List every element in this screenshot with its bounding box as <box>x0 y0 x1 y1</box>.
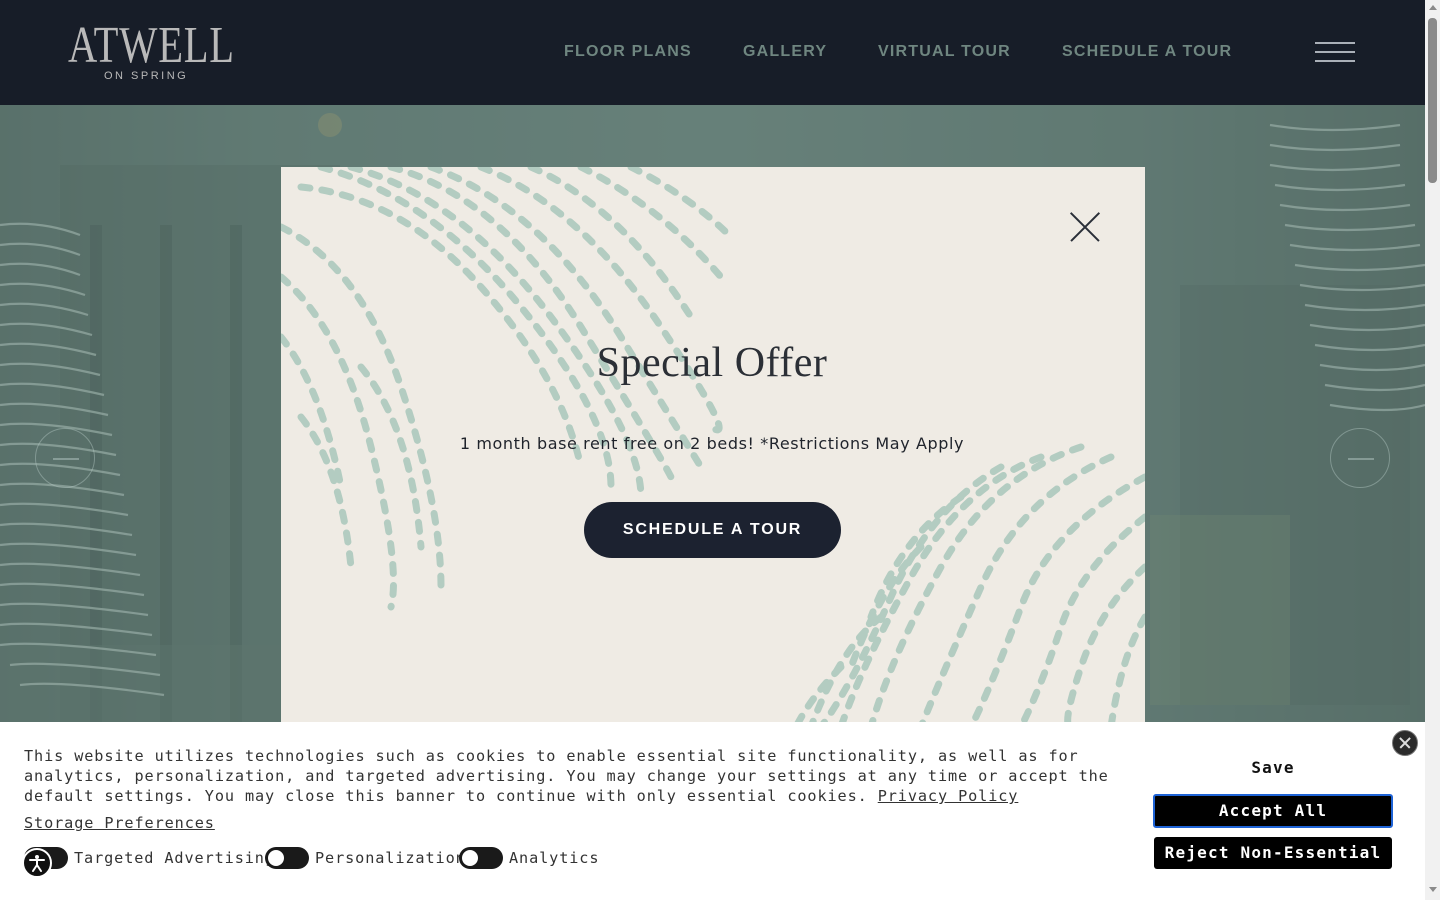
hamburger-icon[interactable] <box>1315 42 1355 62</box>
close-circle-icon[interactable] <box>1392 730 1418 756</box>
arrow-right-icon[interactable] <box>1330 428 1390 488</box>
close-icon[interactable] <box>1069 211 1101 243</box>
toggle-analytics: Analytics <box>459 846 599 870</box>
toggle-personalization: Personalization <box>265 846 466 870</box>
cookie-banner: This website utilizes technologies such … <box>0 722 1425 900</box>
toggle-label: Targeted Advertising <box>74 849 275 867</box>
reject-non-essential-button[interactable]: Reject Non-Essential <box>1154 837 1392 869</box>
nav-gallery[interactable]: GALLERY <box>743 43 827 61</box>
logo-tagline: ON SPRING <box>104 70 189 82</box>
site-header: ATWELL ON SPRING FLOOR PLANS GALLERY VIR… <box>0 0 1425 105</box>
privacy-policy-link[interactable]: Privacy Policy <box>878 787 1019 805</box>
toggle-label: Analytics <box>509 849 600 867</box>
arrow-left-icon[interactable] <box>35 428 95 488</box>
scroll-thumb[interactable] <box>1428 18 1437 183</box>
page-scrollbar[interactable] <box>1425 0 1440 900</box>
toggle-label: Personalization <box>315 849 466 867</box>
modal-offer-text: 1 month base rent free on 2 beds! *Restr… <box>459 434 965 453</box>
nav-schedule-a-tour[interactable]: SCHEDULE A TOUR <box>1062 43 1232 61</box>
modal-title: Special Offer <box>596 340 828 386</box>
page: ATWELL ON SPRING FLOOR PLANS GALLERY VIR… <box>0 0 1440 900</box>
schedule-tour-button[interactable]: SCHEDULE A TOUR <box>584 502 841 558</box>
storage-preferences-link[interactable]: Storage Preferences <box>24 814 215 832</box>
save-button[interactable]: Save <box>1153 758 1393 782</box>
cookie-notice: This website utilizes technologies such … <box>24 746 1109 806</box>
accessibility-icon[interactable] <box>22 848 52 878</box>
nav-virtual-tour[interactable]: VIRTUAL TOUR <box>878 43 1011 61</box>
accept-all-button[interactable]: Accept All <box>1153 794 1393 828</box>
scroll-down-icon[interactable] <box>1429 887 1437 892</box>
special-offer-modal: Special Offer 1 month base rent free on … <box>281 167 1145 727</box>
toggle-targeted-advertising: Targeted Advertising <box>24 846 275 870</box>
main-nav: FLOOR PLANS GALLERY VIRTUAL TOUR SCHEDUL… <box>0 43 1425 63</box>
scroll-up-icon[interactable] <box>1429 5 1437 10</box>
nav-floor-plans[interactable]: FLOOR PLANS <box>564 43 692 61</box>
accessibility-figure-icon <box>29 855 45 872</box>
analytics-switch[interactable] <box>459 847 503 869</box>
personalization-switch[interactable] <box>265 847 309 869</box>
